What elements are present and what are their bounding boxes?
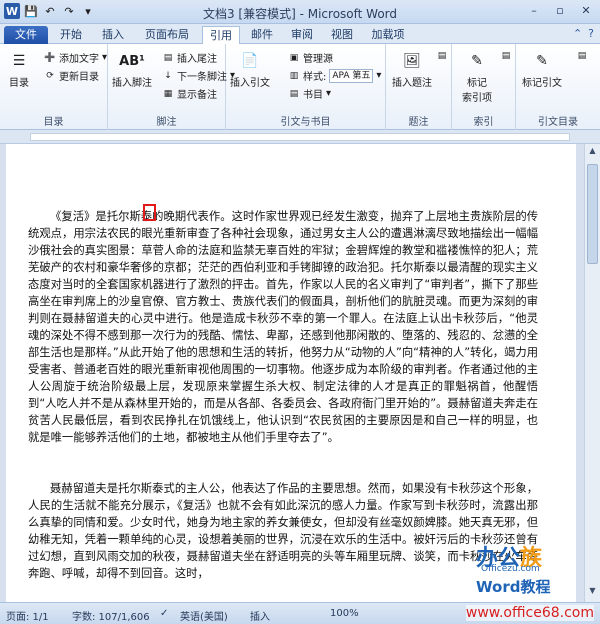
minimize-button[interactable]: – bbox=[522, 1, 546, 19]
toa-extra-icon[interactable]: ▤ bbox=[576, 50, 588, 62]
next-footnote-button[interactable]: ↓ 下一条脚注 ▾ bbox=[162, 68, 235, 83]
bibliography-button[interactable]: ▤ 书目 ▾ bbox=[288, 86, 331, 101]
document-page[interactable]: 《复活》是托尔斯泰的晚期代表作。这时作家世界观已经发生激变，抛弃了上层地主贵族阶… bbox=[6, 144, 576, 602]
mark-citation-button[interactable]: ✎ 标记引文 bbox=[522, 48, 562, 89]
insert-caption-button[interactable]: 🖼 插入题注 bbox=[392, 48, 432, 89]
style-icon: ▥ bbox=[289, 70, 299, 81]
tab-view[interactable]: 视图 bbox=[324, 26, 360, 44]
document-area: 《复活》是托尔斯泰的晚期代表作。这时作家世界观已经发生激变，抛弃了上层地主贵族阶… bbox=[0, 144, 584, 602]
word-count[interactable]: 字数: 107/1,606 bbox=[72, 608, 150, 623]
manage-sources-icon: ▣ bbox=[289, 52, 299, 63]
group-label-captions: 题注 bbox=[408, 117, 429, 128]
caption-extra-icon[interactable]: ▤ bbox=[436, 50, 448, 62]
show-notes-label: 显示备注 bbox=[177, 90, 217, 101]
insert-footnote-label: 插入脚注 bbox=[112, 78, 152, 89]
endnote-icon: ▤ bbox=[163, 52, 173, 63]
paragraph-1[interactable]: 《复活》是托尔斯泰的晚期代表作。这时作家世界观已经发生激变，抛弃了上层地主贵族阶… bbox=[28, 208, 538, 446]
mark-entry-label: 标记 bbox=[467, 78, 487, 89]
style-label: 样式: bbox=[303, 72, 327, 83]
next-footnote-label: 下一条脚注 bbox=[177, 72, 227, 83]
title-bar: W 💾 ↶ ↷ ▾ 文档3 [兼容模式] - Microsoft Word – … bbox=[0, 0, 600, 24]
group-index: ✎ 标记 索引项 ▤ 索引 bbox=[452, 44, 516, 130]
bibliography-label: 书目 bbox=[303, 90, 323, 101]
add-text-label: 添加文字 bbox=[59, 54, 99, 65]
next-footnote-icon: ↓ bbox=[164, 70, 172, 81]
word-tutorial-logo: Word教程 bbox=[476, 578, 551, 596]
insert-citation-button[interactable]: 📄 插入引文 bbox=[230, 48, 270, 89]
insert-caption-label: 插入题注 bbox=[392, 78, 432, 89]
horizontal-ruler[interactable] bbox=[0, 130, 600, 144]
footnote-icon: AB¹ bbox=[119, 53, 145, 69]
mark-entry-icon: ✎ bbox=[471, 53, 483, 69]
citation-icon: 📄 bbox=[241, 53, 259, 69]
manage-sources-label: 管理源 bbox=[303, 54, 333, 65]
tab-addins[interactable]: 加载项 bbox=[364, 26, 412, 44]
insert-citation-label: 插入引文 bbox=[230, 78, 270, 89]
ribbon: ☰ 目录 ➕ 添加文字 ▾ ⟳ 更新目录 目录 AB¹ 插入脚注 ▤ 插入尾注 ↓… bbox=[0, 44, 600, 130]
vertical-scrollbar[interactable]: ▲ ▼ bbox=[584, 144, 600, 602]
add-text-button[interactable]: ➕ 添加文字 ▾ bbox=[44, 50, 107, 65]
insert-mode[interactable]: 插入 bbox=[250, 608, 270, 623]
group-label-citations: 引文与书目 bbox=[280, 117, 331, 128]
language[interactable]: 英语(美国) bbox=[180, 608, 228, 623]
site-watermark: www.office68.com bbox=[465, 605, 594, 621]
update-toc-button[interactable]: ⟳ 更新目录 bbox=[44, 68, 99, 84]
style-value[interactable]: APA 第五 bbox=[329, 68, 374, 83]
officezu-url: Officezu.com bbox=[481, 564, 540, 574]
toc-button[interactable]: ☰ 目录 bbox=[6, 48, 32, 89]
scroll-down-icon[interactable]: ▼ bbox=[585, 586, 600, 600]
group-label-toc: 目录 bbox=[43, 117, 64, 128]
close-button[interactable]: ✕ bbox=[574, 1, 598, 19]
manage-sources-button[interactable]: ▣ 管理源 bbox=[288, 50, 333, 66]
tab-review[interactable]: 审阅 bbox=[284, 26, 320, 44]
add-text-icon: ➕ bbox=[44, 52, 56, 63]
update-toc-icon: ⟳ bbox=[46, 70, 54, 81]
tab-home[interactable]: 开始 bbox=[52, 26, 90, 44]
page-count[interactable]: 页面: 1/1 bbox=[6, 608, 49, 623]
bibliography-icon: ▤ bbox=[289, 88, 299, 99]
toc-label: 目录 bbox=[9, 78, 29, 89]
window-title: 文档3 [兼容模式] - Microsoft Word bbox=[202, 7, 398, 21]
caption-icon: 🖼 bbox=[403, 53, 421, 69]
group-citations: 📄 插入引文 ▣ 管理源 ▥ 样式: APA 第五 ▾ ▤ 书目 ▾ 引文与书目 bbox=[226, 44, 386, 130]
group-footnote: AB¹ 插入脚注 ▤ 插入尾注 ↓ 下一条脚注 ▾ ▦ 显示备注 脚注 bbox=[108, 44, 235, 130]
group-label-footnote: 脚注 bbox=[156, 117, 177, 128]
mark-citation-icon: ✎ bbox=[536, 53, 548, 69]
restore-button[interactable]: ▫ bbox=[548, 1, 572, 19]
show-notes-icon: ▦ bbox=[163, 88, 173, 99]
index-extra-icon[interactable]: ▤ bbox=[500, 50, 512, 62]
style-select[interactable]: ▥ 样式: APA 第五 ▾ bbox=[288, 68, 381, 83]
insert-endnote-label: 插入尾注 bbox=[177, 54, 217, 65]
cursor-highlight bbox=[143, 204, 156, 221]
scroll-up-icon[interactable]: ▲ bbox=[585, 146, 600, 160]
group-label-index: 索引 bbox=[473, 117, 494, 128]
insert-footnote-button[interactable]: AB¹ 插入脚注 bbox=[112, 48, 152, 90]
zoom-level[interactable]: 100% bbox=[330, 608, 359, 619]
group-captions: 🖼 插入题注 ▤ 题注 bbox=[386, 44, 452, 130]
paragraph-2[interactable]: 聂赫留道夫是托尔斯泰式的主人公，他表达了作品的主要思想。然而，如果没有卡秋莎这个… bbox=[28, 480, 538, 582]
toc-icon: ☰ bbox=[12, 53, 26, 69]
mark-entry-button[interactable]: ✎ 标记 索引项 bbox=[462, 48, 492, 104]
tab-references[interactable]: 引用 bbox=[202, 26, 240, 45]
status-bar: 页面: 1/1 字数: 107/1,606 ✓ 英语(美国) 插入 100% w… bbox=[0, 602, 600, 624]
insert-endnote-button[interactable]: ▤ 插入尾注 bbox=[162, 50, 217, 66]
group-toc: ☰ 目录 ➕ 添加文字 ▾ ⟳ 更新目录 目录 bbox=[0, 44, 108, 130]
help-area: ⌃ ? bbox=[573, 27, 594, 40]
tab-file[interactable]: 文件 bbox=[4, 26, 48, 44]
tab-insert[interactable]: 插入 bbox=[94, 26, 132, 44]
tab-mailings[interactable]: 邮件 bbox=[244, 26, 280, 44]
ribbon-tabs: 文件 开始 插入 页面布局 引用 邮件 审阅 视图 加载项 ⌃ ? bbox=[0, 24, 600, 45]
help-icon[interactable]: ? bbox=[588, 27, 594, 40]
scroll-thumb[interactable] bbox=[587, 164, 598, 264]
minimize-ribbon-icon[interactable]: ⌃ bbox=[573, 27, 582, 40]
update-toc-label: 更新目录 bbox=[59, 72, 99, 83]
show-notes-button[interactable]: ▦ 显示备注 bbox=[162, 86, 217, 102]
mark-entry-label2: 索引项 bbox=[462, 93, 492, 104]
tab-page-layout[interactable]: 页面布局 bbox=[136, 26, 198, 44]
proofing-icon[interactable]: ✓ bbox=[160, 608, 168, 619]
group-label-toa: 引文目录 bbox=[538, 117, 578, 128]
group-toa: ✎ 标记引文 ▤ 引文目录 bbox=[516, 44, 600, 130]
mark-citation-label: 标记引文 bbox=[522, 78, 562, 89]
